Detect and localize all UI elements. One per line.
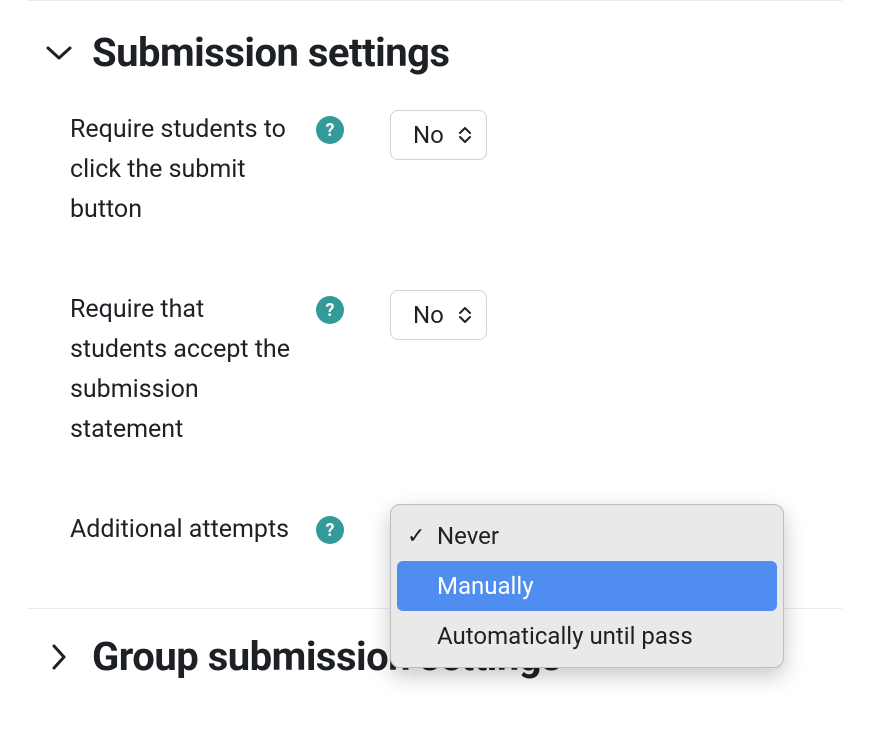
label-require-click-submit: Require students to click the submit but… <box>70 110 300 230</box>
dropdown-option-auto[interactable]: Automatically until pass <box>397 611 777 661</box>
chevron-right-icon <box>44 642 74 672</box>
dropdown-option-label: Never <box>437 522 499 550</box>
field-additional-attempts: Additional attempts ? Never ✓ Never <box>44 510 838 574</box>
dropdown-option-manually[interactable]: Manually <box>397 561 777 611</box>
check-icon: ✓ <box>407 524 437 549</box>
help-icon[interactable]: ? <box>316 116 344 144</box>
select-require-accept-statement[interactable]: No <box>390 290 487 340</box>
select-require-click-submit[interactable]: No <box>390 110 487 160</box>
submission-settings-section: Submission settings Require students to … <box>0 1 870 608</box>
sort-icon <box>458 126 472 144</box>
select-value: No <box>413 121 444 149</box>
submission-settings-title: Submission settings <box>92 29 450 76</box>
dropdown-option-never[interactable]: ✓ Never <box>397 511 777 561</box>
dropdown-additional-attempts: ✓ Never Manually Automatically until pas… <box>390 504 784 668</box>
select-value: No <box>413 301 444 329</box>
field-require-accept-statement: Require that students accept the submiss… <box>44 290 838 450</box>
dropdown-option-label: Manually <box>437 572 534 600</box>
submission-settings-header[interactable]: Submission settings <box>44 29 838 76</box>
field-require-click-submit: Require students to click the submit but… <box>44 110 838 230</box>
dropdown-option-label: Automatically until pass <box>437 622 693 650</box>
sort-icon <box>458 306 472 324</box>
chevron-down-icon <box>44 38 74 68</box>
help-icon[interactable]: ? <box>316 516 344 544</box>
label-require-accept-statement: Require that students accept the submiss… <box>70 290 300 450</box>
help-icon[interactable]: ? <box>316 296 344 324</box>
label-additional-attempts: Additional attempts <box>70 510 300 550</box>
